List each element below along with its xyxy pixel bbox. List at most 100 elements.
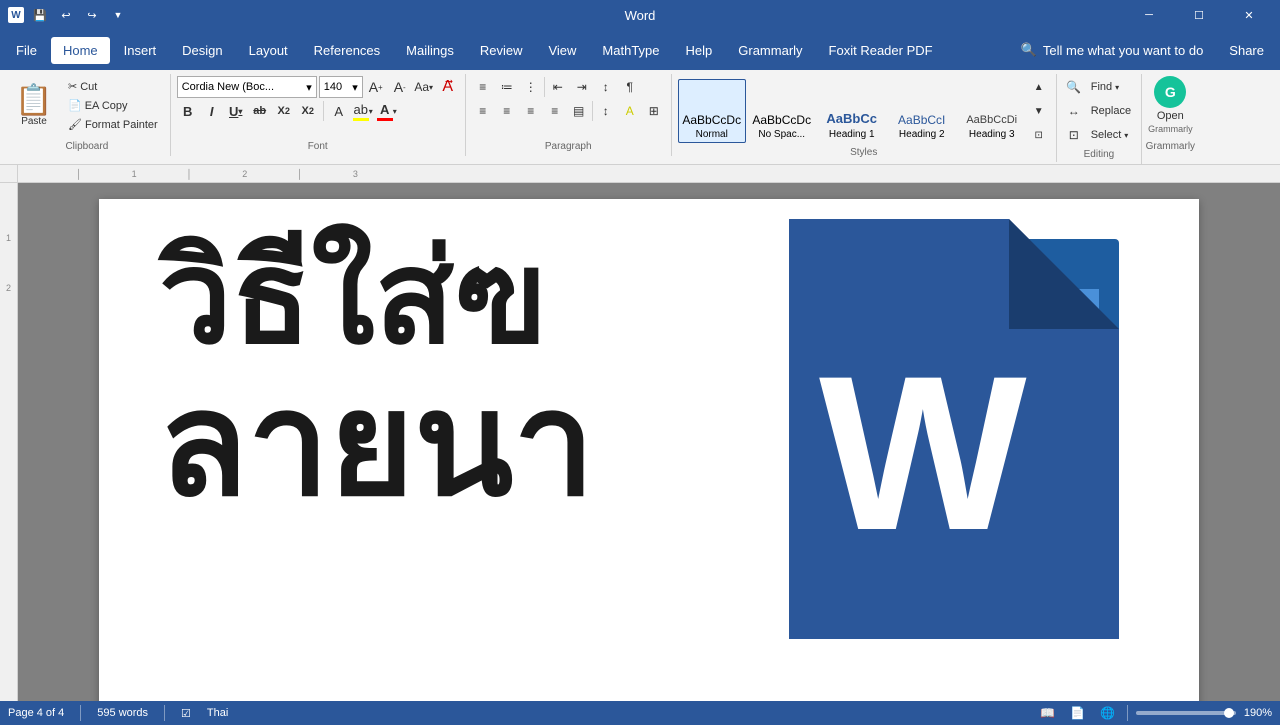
minimize-button[interactable]: ─ [1126, 0, 1172, 30]
columns-button[interactable]: ▤ [568, 100, 590, 122]
clear-format-button[interactable]: A⃗ [437, 76, 459, 98]
menu-review[interactable]: Review [468, 37, 535, 64]
highlight-color-button[interactable]: ab ▾ [352, 100, 374, 122]
styles-group: AaBbCcDc Normal AaBbCcDc No Spac... AaBb… [672, 74, 1057, 162]
underline-button[interactable]: U▾ [225, 100, 247, 122]
share-button[interactable]: Share [1217, 37, 1276, 64]
menu-mathtype[interactable]: MathType [590, 37, 671, 64]
show-hide-button[interactable]: ¶ [619, 76, 641, 98]
menu-grammarly[interactable]: Grammarly [726, 37, 814, 64]
font-size-selector[interactable]: 140 ▾ [319, 76, 363, 98]
styles-more[interactable]: ⊡ [1028, 124, 1050, 146]
align-right-button[interactable]: ≡ [520, 100, 542, 122]
undo-button[interactable]: ↩ [56, 5, 76, 25]
document-text-line1: วิธีใส่ฃ [159, 219, 595, 375]
format-painter-icon: 🖌 [68, 118, 82, 131]
menu-help[interactable]: Help [674, 37, 725, 64]
menu-file[interactable]: File [4, 37, 49, 64]
divider [323, 101, 324, 121]
replace-row: ↔ Replace [1063, 100, 1135, 122]
italic-button[interactable]: I [201, 100, 223, 122]
shading-button[interactable]: A [619, 100, 641, 122]
style-heading3-preview: AaBbCcDi [966, 114, 1017, 127]
highlight-color-bar [353, 118, 369, 121]
status-divider3 [1127, 705, 1128, 721]
style-heading1-preview: AaBbCc [826, 111, 877, 127]
status-divider1 [80, 705, 81, 721]
font-name-selector[interactable]: Cordia New (Boc... ▾ [177, 76, 317, 98]
language-label: Thai [207, 707, 228, 719]
align-center-button[interactable]: ≡ [496, 100, 518, 122]
size-dropdown-icon: ▾ [352, 81, 358, 94]
para-row1: ≡ ≔ ⋮ ⇤ ⇥ ↕ ¶ [472, 76, 641, 98]
cut-button[interactable]: ✂ Cut [64, 78, 162, 95]
select-button[interactable]: Select ▾ [1087, 127, 1133, 143]
style-heading3[interactable]: AaBbCcDi Heading 3 [958, 79, 1026, 143]
styles-scroll: ▲ ▼ ⊡ [1028, 76, 1050, 146]
bullets-button[interactable]: ≡ [472, 76, 494, 98]
title-bar-title: Word [625, 8, 656, 23]
font-row1: Cordia New (Boc... ▾ 140 ▾ A+ A- Aa▾ A⃗ [177, 76, 459, 98]
format-painter-button[interactable]: 🖌 Format Painter [64, 116, 162, 133]
multilevel-button[interactable]: ⋮ [520, 76, 542, 98]
superscript-button[interactable]: X2 [297, 100, 319, 122]
style-heading2[interactable]: AaBbCcI Heading 2 [888, 79, 956, 143]
open-grammarly-button[interactable]: Open [1153, 108, 1188, 124]
menu-references[interactable]: References [302, 37, 392, 64]
copy-button[interactable]: 📄 EA Copy [64, 97, 162, 114]
menu-mailings[interactable]: Mailings [394, 37, 466, 64]
change-case-button[interactable]: Aa▾ [413, 76, 435, 98]
strikethrough-button[interactable]: ab [249, 100, 271, 122]
font-group-label: Font [171, 141, 465, 152]
print-layout-button[interactable]: 📄 [1067, 702, 1089, 724]
style-no-space-preview: AaBbCcDc [752, 113, 811, 127]
status-bar-right: 📖 📄 🌐 190% [1037, 702, 1272, 724]
menu-design[interactable]: Design [170, 37, 234, 64]
document-area: │1│2│3 12 วิธีใส่ฃ ลายนา [0, 165, 1280, 701]
maximize-button[interactable]: ☐ [1176, 0, 1222, 30]
doc-body: 12 วิธีใส่ฃ ลายนา [0, 183, 1280, 701]
font-group: Cordia New (Boc... ▾ 140 ▾ A+ A- Aa▾ A⃗ … [171, 74, 466, 156]
styles-scroll-down[interactable]: ▼ [1028, 100, 1050, 122]
customize-button[interactable]: ▼ [108, 5, 128, 25]
menu-insert[interactable]: Insert [112, 37, 169, 64]
style-no-space[interactable]: AaBbCcDc No Spac... [748, 79, 816, 143]
bold-button[interactable]: B [177, 100, 199, 122]
zoom-slider[interactable] [1136, 711, 1236, 715]
numbering-button[interactable]: ≔ [496, 76, 518, 98]
font-grow-button[interactable]: A+ [365, 76, 387, 98]
paste-button[interactable]: 📋 Paste [8, 76, 60, 136]
menu-foxit[interactable]: Foxit Reader PDF [817, 37, 945, 64]
line-spacing-button[interactable]: ↕ [595, 100, 617, 122]
borders-button[interactable]: ⊞ [643, 100, 665, 122]
font-color-button[interactable]: A ▾ [376, 100, 398, 122]
tell-me[interactable]: 🔍 Tell me what you want to do [1009, 36, 1216, 64]
web-layout-button[interactable]: 🌐 [1097, 702, 1119, 724]
justify-button[interactable]: ≡ [544, 100, 566, 122]
increase-indent-button[interactable]: ⇥ [571, 76, 593, 98]
save-button[interactable]: 💾 [30, 5, 50, 25]
close-button[interactable]: ✕ [1226, 0, 1272, 30]
title-bar-controls: ─ ☐ ✕ [1126, 0, 1272, 30]
find-dropdown-icon: ▾ [1115, 83, 1119, 92]
find-label: Find [1091, 81, 1112, 93]
text-effects-button[interactable]: A [328, 100, 350, 122]
menu-view[interactable]: View [536, 37, 588, 64]
read-mode-button[interactable]: 📖 [1037, 702, 1059, 724]
menu-layout[interactable]: Layout [237, 37, 300, 64]
replace-button[interactable]: Replace [1087, 103, 1135, 119]
font-shrink-button[interactable]: A- [389, 76, 411, 98]
find-row: 🔍 Find ▾ [1063, 76, 1123, 98]
decrease-indent-button[interactable]: ⇤ [547, 76, 569, 98]
editing-group-label: Editing [1057, 149, 1141, 160]
redo-button[interactable]: ↪ [82, 5, 102, 25]
styles-scroll-up[interactable]: ▲ [1028, 76, 1050, 98]
menu-home[interactable]: Home [51, 37, 110, 64]
replace-label: Replace [1091, 105, 1131, 117]
subscript-button[interactable]: X2 [273, 100, 295, 122]
align-left-button[interactable]: ≡ [472, 100, 494, 122]
find-button[interactable]: Find ▾ [1087, 79, 1123, 95]
style-normal[interactable]: AaBbCcDc Normal [678, 79, 746, 143]
sort-button[interactable]: ↕ [595, 76, 617, 98]
style-heading1[interactable]: AaBbCc Heading 1 [818, 79, 886, 143]
